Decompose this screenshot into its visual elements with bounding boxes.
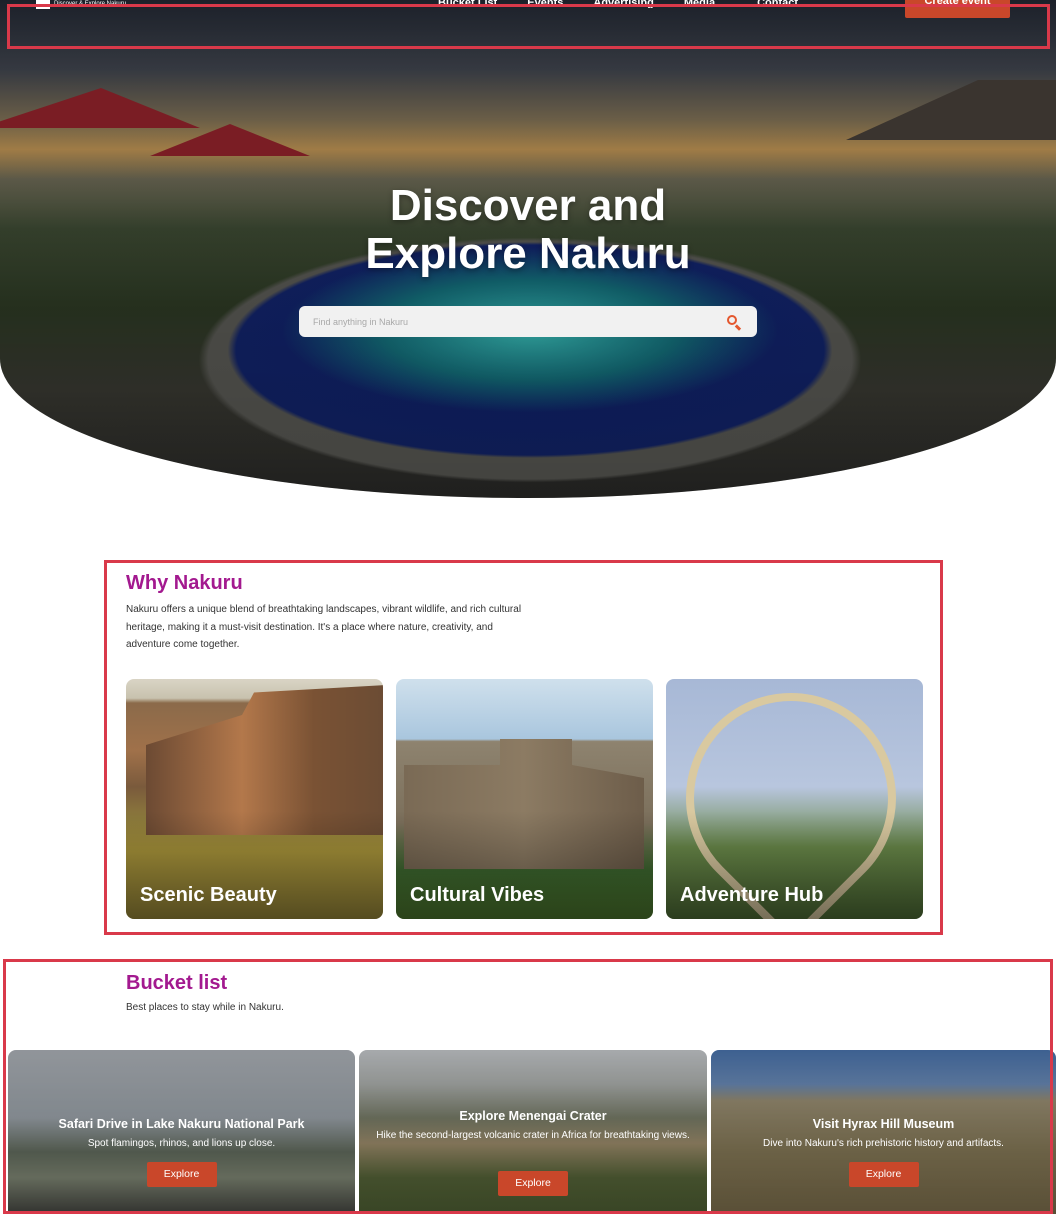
bucket-card-safari-drive[interactable]: Safari Drive in Lake Nakuru National Par…	[8, 1050, 355, 1214]
bucket-card-title: Explore Menengai Crater	[459, 1109, 607, 1123]
top-navigation: Discover & Explore Nakuru Bucket List Ev…	[0, 0, 1056, 48]
hero-title-line1: Discover and	[389, 181, 667, 230]
card-adventure-hub[interactable]: Adventure Hub	[666, 679, 923, 919]
card-cultural-vibes[interactable]: Cultural Vibes	[396, 679, 653, 919]
cliff-scene	[146, 685, 383, 835]
building-scene	[404, 739, 644, 869]
bucket-list-description: Best places to stay while in Nakuru.	[126, 1002, 284, 1013]
bucket-card-description: Hike the second-largest volcanic crater …	[376, 1130, 690, 1141]
site-logo[interactable]: Discover & Explore Nakuru	[36, 0, 126, 9]
bucket-card-hyrax-hill[interactable]: Visit Hyrax Hill Museum Dive into Nakuru…	[711, 1050, 1056, 1214]
search-bar[interactable]: Find anything in Nakuru	[299, 306, 757, 337]
bucket-card-description: Spot flamingos, rhinos, and lions up clo…	[87, 1138, 276, 1149]
card-label: Scenic Beauty	[140, 884, 277, 906]
umbrella-shape	[150, 124, 310, 156]
nav-links: Bucket List Events Advertising Media Con…	[438, 0, 798, 8]
logo-tagline: Discover & Explore Nakuru	[54, 1, 127, 7]
create-event-button[interactable]: Create event	[905, 0, 1010, 18]
why-nakuru-title: Why Nakuru	[126, 572, 243, 594]
hero-title: Discover and Explore Nakuru	[0, 182, 1056, 278]
hero-title-line2: Explore Nakuru	[365, 229, 691, 278]
logo-mark-icon	[36, 0, 50, 9]
bucket-card-title: Safari Drive in Lake Nakuru National Par…	[58, 1117, 305, 1131]
explore-button[interactable]: Explore	[146, 1162, 217, 1187]
card-label: Adventure Hub	[680, 884, 824, 906]
umbrella-shape	[0, 88, 200, 128]
why-nakuru-description: Nakuru offers a unique blend of breathta…	[126, 604, 522, 650]
bucket-list-title: Bucket list	[126, 972, 228, 994]
bucket-card-description: Dive into Nakuru's rich prehistoric hist…	[763, 1138, 1004, 1149]
card-scenic-beauty[interactable]: Scenic Beauty	[126, 679, 383, 919]
explore-button[interactable]: Explore	[498, 1171, 568, 1196]
nav-link-bucket-list[interactable]: Bucket List	[438, 0, 497, 8]
explore-button[interactable]: Explore	[848, 1162, 919, 1187]
nav-link-contact[interactable]: Contact	[757, 0, 798, 8]
bucket-card-menengai-crater[interactable]: Explore Menengai Crater Hike the second-…	[359, 1050, 707, 1214]
heart-arch-scene	[666, 679, 923, 919]
bucket-card-title: Visit Hyrax Hill Museum	[812, 1117, 955, 1131]
nav-link-media[interactable]: Media	[684, 0, 715, 8]
nav-link-events[interactable]: Events	[527, 0, 563, 8]
search-input[interactable]: Find anything in Nakuru	[313, 317, 725, 327]
search-icon[interactable]	[725, 313, 743, 331]
card-label: Cultural Vibes	[410, 884, 545, 906]
pavilion-roof-shape	[846, 80, 1056, 140]
nav-link-advertising[interactable]: Advertising	[593, 0, 654, 8]
